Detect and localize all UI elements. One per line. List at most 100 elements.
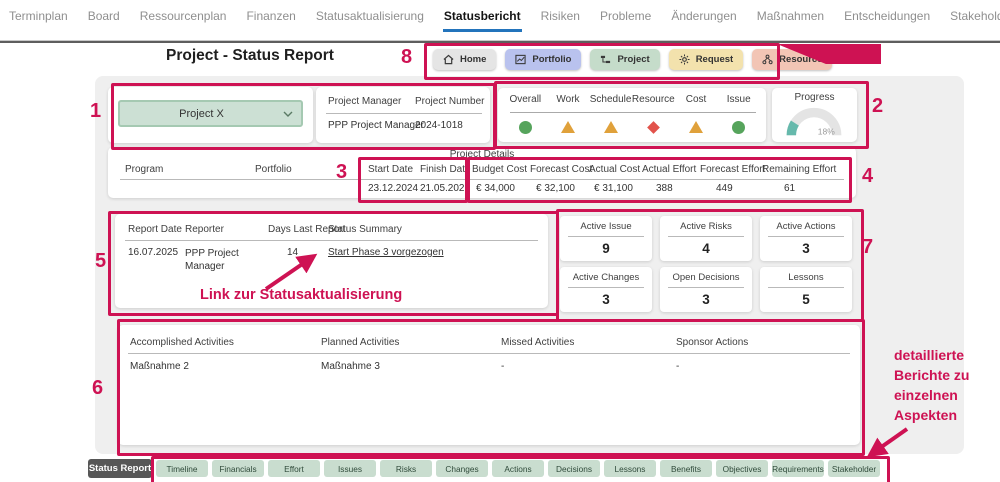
resource-red-diamond-icon — [647, 121, 660, 134]
indicator-work-label: Work — [547, 94, 590, 105]
nav-statusaktualisierung[interactable]: Statusaktualisierung — [315, 1, 425, 32]
resource-icon — [762, 54, 773, 65]
nav-massnahmen[interactable]: Maßnahmen — [756, 1, 825, 32]
cost-amber-triangle-icon — [689, 121, 703, 133]
nav-entscheidungen[interactable]: Entscheidungen — [843, 1, 931, 32]
indicator-divider — [510, 112, 756, 113]
col-actual-cost: Actual Cost — [589, 164, 640, 175]
portfolio-button[interactable]: Portfolio — [505, 49, 581, 70]
nav-risiken[interactable]: Risiken — [540, 1, 581, 32]
tab-requirements[interactable]: Requirements — [772, 460, 824, 477]
status-indicators-card: Overall Work Schedule Resource Cost Issu… — [498, 88, 766, 142]
issue-green-circle-icon — [732, 121, 745, 134]
tab-timeline[interactable]: Timeline — [156, 460, 208, 477]
annotation-number-6: 6 — [92, 377, 103, 400]
annotation-reports-note: detaillierte Berichte zu einzelnen Aspek… — [894, 346, 984, 426]
nav-ressourcenplan[interactable]: Ressourcenplan — [139, 1, 228, 32]
indicator-issue-label: Issue — [717, 94, 760, 105]
col-planned-activities: Planned Activities — [321, 337, 399, 348]
indicator-resource-label: Resource — [632, 94, 675, 105]
project-details-card: Project Details Program Portfolio Start … — [108, 147, 856, 198]
project-button[interactable]: Project — [590, 49, 659, 70]
tab-issues[interactable]: Issues — [324, 460, 376, 477]
request-button[interactable]: Request — [669, 49, 743, 70]
overall-green-circle-icon — [519, 121, 532, 134]
accomplished-activities-value: Maßnahme 2 — [130, 361, 189, 372]
indicator-overall-label: Overall — [504, 94, 547, 105]
tab-lessons[interactable]: Lessons — [604, 460, 656, 477]
col-reporter: Reporter — [185, 224, 224, 235]
project-dropdown[interactable]: Project X — [118, 100, 303, 127]
reporter-value: PPP Project Manager — [185, 247, 257, 273]
kpi-active-risks: Active Risks 4 — [660, 216, 752, 261]
kpi-active-actions: Active Actions 3 — [760, 216, 852, 261]
indicator-shapes — [504, 120, 760, 134]
nav-aenderungen[interactable]: Änderungen — [670, 1, 737, 32]
nav-statusbericht[interactable]: Statusbericht — [443, 1, 522, 32]
nav-stakeholder[interactable]: Stakeholder — [949, 1, 1000, 32]
status-summary-link[interactable]: Start Phase 3 vorgezogen — [328, 247, 444, 258]
indicator-schedule-label: Schedule — [589, 94, 632, 105]
kpi-lessons-label: Lessons — [760, 272, 852, 283]
nav-board[interactable]: Board — [87, 1, 121, 32]
progress-label: Progress — [772, 92, 857, 103]
manager-card: Project Manager Project Number PPP Proje… — [316, 87, 490, 143]
tab-effort[interactable]: Effort — [268, 460, 320, 477]
project-button-label: Project — [617, 54, 649, 65]
nav-probleme[interactable]: Probleme — [599, 1, 652, 32]
col-status-summary: Status Summary — [328, 224, 402, 235]
tab-actions[interactable]: Actions — [492, 460, 544, 477]
indicator-labels: Overall Work Schedule Resource Cost Issu… — [504, 94, 760, 105]
report-date-value: 16.07.2025 — [128, 247, 178, 258]
kpi-active-changes-label: Active Changes — [560, 272, 652, 283]
tab-decisions[interactable]: Decisions — [548, 460, 600, 477]
budget-cost-value: € 34,000 — [476, 183, 515, 194]
progress-value: 18% — [818, 126, 835, 136]
col-remaining-effort: Remaining Effort — [762, 164, 836, 175]
annotation-number-8: 8 — [401, 46, 412, 69]
planned-activities-value: Maßnahme 3 — [321, 361, 380, 372]
project-dropdown-value: Project X — [120, 108, 283, 120]
col-finish-date: Finish Date — [420, 164, 471, 175]
portfolio-icon — [515, 54, 526, 65]
nav-finanzen[interactable]: Finanzen — [245, 1, 296, 32]
col-portfolio: Portfolio — [255, 164, 292, 175]
home-button[interactable]: Home — [433, 49, 496, 70]
tab-stakeholder[interactable]: Stakeholder — [828, 460, 880, 477]
table-divider — [128, 353, 850, 354]
col-sponsor-actions: Sponsor Actions — [676, 337, 748, 348]
annotation-number-1: 1 — [90, 100, 101, 123]
kpi-active-risks-value: 4 — [660, 241, 752, 256]
tab-financials[interactable]: Financials — [212, 460, 264, 477]
tab-objectives[interactable]: Objectives — [716, 460, 768, 477]
forecast-effort-value: 449 — [716, 183, 733, 194]
col-budget-cost: Budget Cost — [472, 164, 527, 175]
tab-benefits[interactable]: Benefits — [660, 460, 712, 477]
project-manager-value: PPP Project Manager — [328, 120, 424, 131]
home-icon — [443, 54, 454, 65]
progress-gauge: 18% — [782, 105, 846, 139]
request-button-label: Request — [696, 54, 733, 65]
schedule-amber-triangle-icon — [604, 121, 618, 133]
table-divider — [125, 240, 538, 241]
project-icon — [600, 54, 611, 65]
nav-terminplan[interactable]: Terminplan — [8, 1, 69, 32]
table-divider — [120, 179, 844, 180]
chevron-down-icon — [283, 111, 293, 117]
work-amber-triangle-icon — [561, 121, 575, 133]
tab-risks[interactable]: Risks — [380, 460, 432, 477]
indicator-cost-label: Cost — [675, 94, 718, 105]
home-button-label: Home — [460, 54, 486, 65]
annotation-number-5: 5 — [95, 250, 106, 273]
kpi-active-issue-value: 9 — [560, 241, 652, 256]
col-forecast-effort: Forecast Effort — [700, 164, 765, 175]
annotation-number-2: 2 — [872, 95, 883, 118]
project-number-value: 2024-1018 — [415, 120, 463, 131]
missed-activities-value: - — [501, 361, 504, 372]
project-selector-card: Project X — [108, 87, 313, 143]
status-report-page: Terminplan Board Ressourcenplan Finanzen… — [0, 0, 1000, 482]
sponsor-actions-value: - — [676, 361, 679, 372]
tab-status-report[interactable]: Status Report — [88, 459, 152, 478]
tab-changes[interactable]: Changes — [436, 460, 488, 477]
kpi-active-issue: Active Issue 9 — [560, 216, 652, 261]
